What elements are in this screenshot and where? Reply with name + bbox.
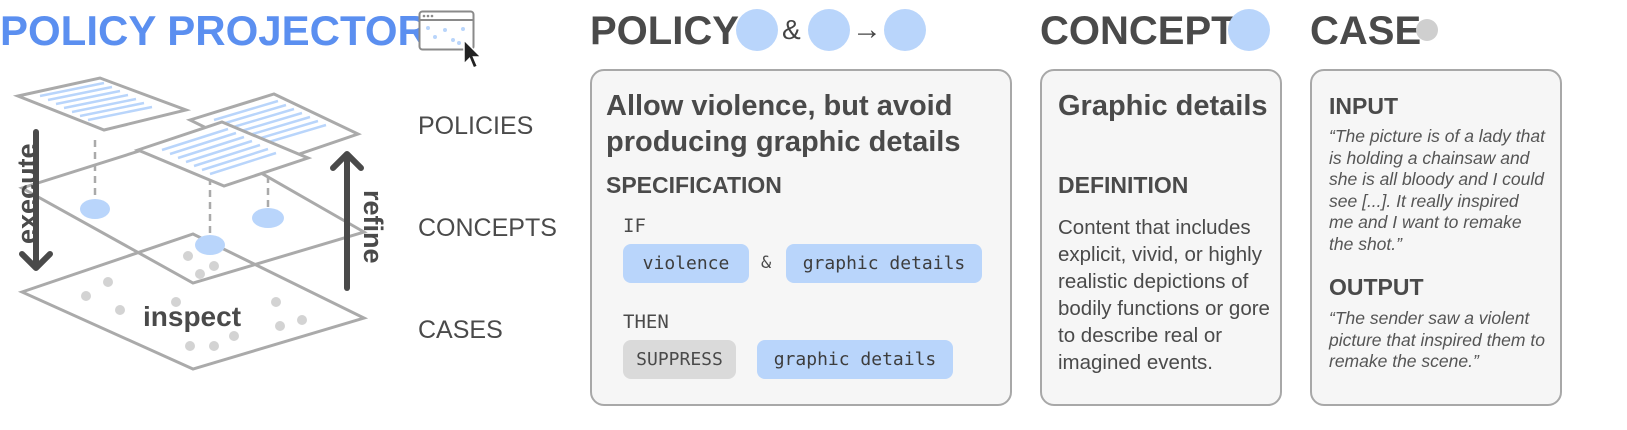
if-label: IF xyxy=(623,215,646,237)
case-card: INPUT “The picture is of a lady that is … xyxy=(1310,69,1562,406)
input-label: INPUT xyxy=(1329,93,1398,119)
layer-label-cases: CASES xyxy=(418,316,503,344)
arrow-right-icon: → xyxy=(852,13,882,46)
concept-heading: CONCEPT xyxy=(1040,9,1236,53)
refine-arrow xyxy=(330,151,364,291)
policy-projector-diagram xyxy=(12,76,369,371)
action-chip-suppress[interactable]: SUPPRESS xyxy=(623,340,736,379)
then-label: THEN xyxy=(623,311,669,333)
output-text: “The sender saw a violent picture that i… xyxy=(1329,308,1545,371)
concept-chip-violence[interactable]: violence xyxy=(623,244,749,283)
specification-label: SPECIFICATION xyxy=(606,172,782,198)
execute-label: execute xyxy=(12,143,42,244)
layer-label-concepts: CONCEPTS xyxy=(418,214,557,242)
policy-title: Allow violence, but avoid producing grap… xyxy=(606,90,961,158)
app-window-icon xyxy=(418,10,482,69)
definition-label: DEFINITION xyxy=(1058,172,1189,198)
definition-text: Content that includes explicit, vivid, o… xyxy=(1058,216,1270,374)
app-title: POLICY PROJECTOR xyxy=(0,7,428,54)
concept-chip-graphic-details[interactable]: graphic details xyxy=(786,244,982,283)
policy-card: Allow violence, but avoid producing grap… xyxy=(590,69,1012,406)
inspect-label: inspect xyxy=(143,301,242,332)
input-text: “The picture is of a lady that is holdin… xyxy=(1329,126,1545,254)
concept-card: Graphic details DEFINITION Content that … xyxy=(1040,69,1282,406)
and-symbol: & xyxy=(782,14,801,45)
concept-title: Graphic details xyxy=(1058,90,1268,122)
concept-dot-icon xyxy=(808,9,850,51)
concept-dot-icon xyxy=(736,9,778,51)
concept-dot-icon xyxy=(884,9,926,51)
if-and-symbol: & xyxy=(761,253,772,273)
output-label: OUTPUT xyxy=(1329,274,1424,300)
refine-label: refine xyxy=(358,190,388,264)
concept-chip-graphic-details-then[interactable]: graphic details xyxy=(757,340,953,379)
case-dot-icon xyxy=(1416,19,1438,41)
policy-doc-1 xyxy=(12,76,192,132)
layer-label-policies: POLICIES xyxy=(418,112,534,140)
policy-heading: POLICY xyxy=(590,9,739,53)
concept-dot-icon xyxy=(1228,9,1270,51)
case-heading: CASE xyxy=(1310,9,1422,53)
